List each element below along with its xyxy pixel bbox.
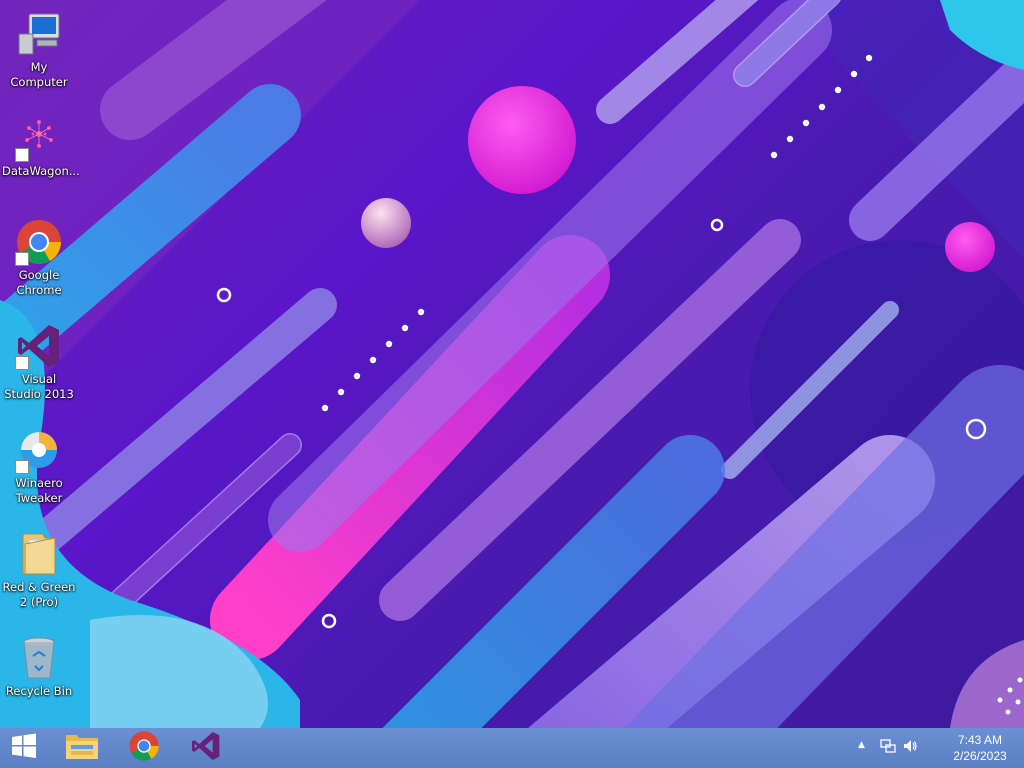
shortcut-arrow-icon [15, 148, 29, 162]
visual-studio-icon [190, 730, 222, 766]
show-hidden-icons-button[interactable]: ▲ [858, 740, 865, 750]
taskbar-clock[interactable]: 7:43 AM 2/26/2023 [950, 732, 1010, 764]
desktop-icon-label: My Computer [10, 60, 68, 89]
shortcut-arrow-icon [15, 356, 29, 370]
taskbar: ▲ 7:43 AM 2/26/2023 [0, 728, 1024, 768]
desktop-icon-winaero-tweaker[interactable]: Winaero Tweaker [0, 422, 78, 506]
desktop-icon-visual-studio[interactable]: Visual Studio 2013 [0, 318, 78, 402]
desktop-icon-red-green-folder[interactable]: Red & Green 2 (Pro) [0, 526, 78, 610]
shortcut-arrow-icon [15, 460, 29, 474]
desktop-icon-label: Red & Green 2 (Pro) [2, 580, 76, 609]
desktop-icon-label: Winaero Tweaker [15, 476, 63, 505]
desktop-icon-label: DataWagon... [2, 164, 80, 178]
chrome-icon [15, 218, 63, 266]
desktop-icon-recycle-bin[interactable]: Recycle Bin [0, 630, 78, 699]
desktop[interactable]: My Computer DataWagon... Google Chrome V… [0, 0, 1024, 728]
desktop-icon-label: Recycle Bin [5, 684, 73, 698]
windows-logo-icon [10, 732, 38, 764]
network-icon[interactable] [880, 738, 896, 757]
volume-icon[interactable] [902, 738, 918, 757]
system-tray: ▲ 7:43 AM 2/26/2023 [854, 728, 1024, 768]
desktop-icon-my-computer[interactable]: My Computer [0, 6, 78, 90]
taskbar-google-chrome[interactable] [116, 728, 172, 768]
folder-icon [15, 530, 63, 578]
wallpaper [0, 0, 1024, 728]
taskbar-file-explorer[interactable] [54, 728, 110, 768]
file-explorer-icon [65, 731, 99, 765]
shortcut-arrow-icon [15, 252, 29, 266]
desktop-icon-google-chrome[interactable]: Google Chrome [0, 214, 78, 298]
start-button[interactable] [0, 728, 48, 768]
clock-time: 7:43 AM [957, 733, 1003, 747]
chrome-icon [128, 730, 160, 766]
computer-icon [15, 10, 63, 58]
taskbar-visual-studio[interactable] [178, 728, 234, 768]
desktop-icon-label: Google Chrome [16, 268, 62, 297]
visual-studio-icon [15, 322, 63, 370]
desktop-icon-label: Visual Studio 2013 [4, 372, 74, 401]
datawagon-icon [15, 114, 63, 162]
winaero-tweaker-icon [15, 426, 63, 474]
clock-date: 2/26/2023 [953, 749, 1007, 763]
recycle-bin-icon [15, 634, 63, 682]
desktop-icon-datawagon[interactable]: DataWagon... [0, 110, 80, 179]
